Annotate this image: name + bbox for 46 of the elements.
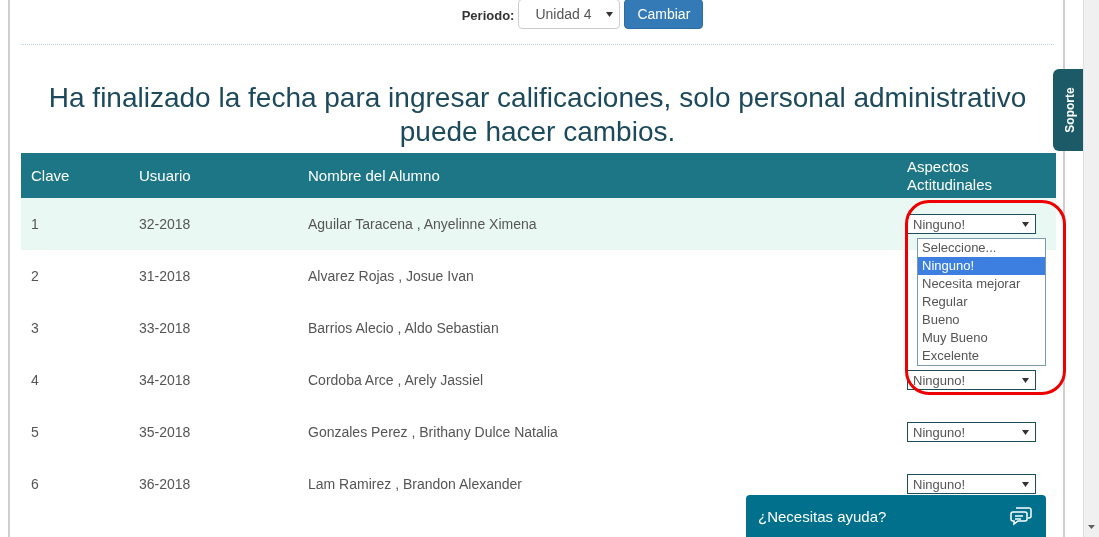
- table-cell: Barrios Alecio , Aldo Sebastian: [308, 320, 499, 336]
- dropdown-option[interactable]: Seleccione...: [918, 239, 1045, 257]
- column-header: Clave: [30, 167, 71, 184]
- table-cell: 33-2018: [139, 320, 191, 336]
- caret-icon: [1022, 377, 1029, 383]
- period-label: Periodo:: [461, 7, 515, 23]
- caret-icon: [1022, 221, 1029, 227]
- column-header: Usuario: [139, 167, 192, 184]
- table-cell: 35-2018: [139, 424, 191, 440]
- table-cell: Cordoba Arce , Arely Jassiel: [308, 372, 484, 388]
- chat-label: ¿Necesitas ayuda?: [758, 507, 887, 525]
- table-cell: Lam Ramirez , Brandon Alexander: [308, 476, 522, 492]
- dropdown-option[interactable]: Excelente: [918, 347, 1045, 365]
- grade-select[interactable]: Ninguno!: [907, 474, 1036, 494]
- table-cell: 5: [31, 424, 39, 440]
- column-header: Nombre del Alumno: [308, 167, 441, 184]
- dropdown-option[interactable]: Muy Bueno: [918, 329, 1045, 347]
- chat-widget[interactable]: ¿Necesitas ayuda?: [746, 495, 1046, 537]
- caret-icon: [606, 11, 614, 17]
- chat-icon: [1010, 506, 1032, 526]
- grade-select[interactable]: Ninguno!: [907, 422, 1036, 442]
- period-select[interactable]: Unidad 4: [518, 0, 621, 29]
- table-cell: 3: [31, 320, 39, 336]
- table-cell: Alvarez Rojas , Josue Ivan: [308, 268, 474, 284]
- dropdown-option[interactable]: Ninguno!: [918, 257, 1045, 275]
- table-cell: 4: [31, 372, 39, 388]
- dropdown-option[interactable]: Necesita mejorar: [918, 275, 1045, 293]
- dropdown-option[interactable]: Bueno: [918, 311, 1045, 329]
- table-cell: 34-2018: [139, 372, 191, 388]
- table-cell: 32-2018: [139, 216, 191, 232]
- caret-icon: [1022, 429, 1029, 435]
- column-header: Aspectos Actitudinales: [907, 157, 994, 194]
- grade-select[interactable]: Ninguno!: [907, 370, 1036, 390]
- table-cell: 36-2018: [139, 476, 191, 492]
- table-cell: 1: [31, 216, 39, 232]
- table-cell: Aguilar Taracena , Anyelinne Ximena: [308, 216, 537, 232]
- table-cell: 31-2018: [139, 268, 191, 284]
- table-cell: Gonzales Perez , Brithany Dulce Natalia: [308, 424, 558, 440]
- dropdown-option[interactable]: Regular: [918, 293, 1045, 311]
- table-cell: 2: [31, 268, 39, 284]
- notice-heading: Ha finalizado la fecha para ingresar calificaciones, solo personal administrativo puede hacer cambios.: [47, 81, 1028, 149]
- grade-select[interactable]: Ninguno!: [907, 214, 1036, 234]
- caret-icon: [1022, 481, 1029, 487]
- change-button[interactable]: Cambiar: [624, 0, 704, 29]
- scroll-down-icon[interactable]: [1088, 525, 1095, 529]
- table-cell: 6: [31, 476, 39, 492]
